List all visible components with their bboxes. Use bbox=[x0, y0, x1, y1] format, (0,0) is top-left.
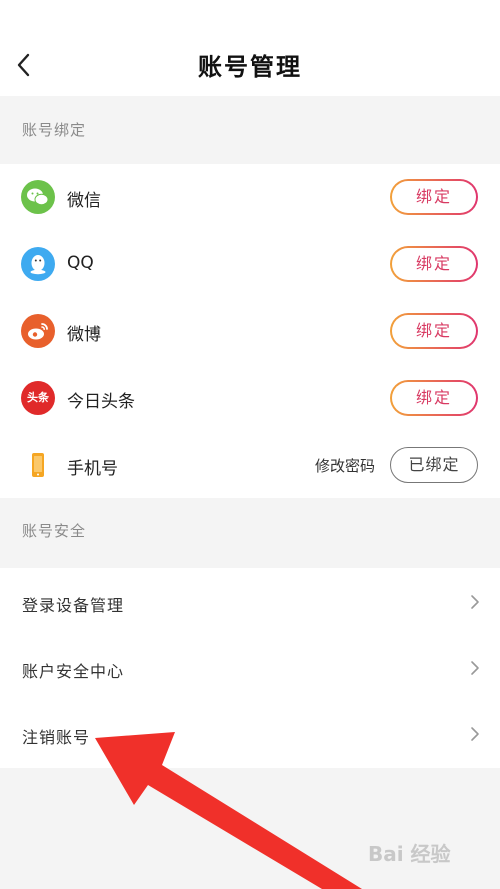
binding-label-weibo: 微博 bbox=[67, 325, 101, 345]
chevron-right-icon bbox=[471, 661, 479, 675]
phone-icon bbox=[21, 448, 55, 482]
binding-row-weibo: 微博 绑定 bbox=[0, 298, 500, 364]
binding-label-phone: 手机号 bbox=[67, 459, 118, 479]
nav-label-cancel-account: 注销账号 bbox=[22, 728, 91, 747]
binding-label-wechat: 微信 bbox=[67, 191, 101, 211]
page-title: 账号管理 bbox=[198, 53, 302, 81]
change-password-link[interactable]: 修改密码 bbox=[315, 455, 375, 476]
toutiao-icon: 头条 bbox=[21, 381, 55, 415]
section-title-binding: 账号绑定 bbox=[22, 121, 87, 139]
binding-label-qq: QQ bbox=[67, 253, 94, 273]
wechat-icon bbox=[21, 180, 55, 214]
binding-row-wechat: 微信 绑定 bbox=[0, 164, 500, 230]
nav-row-security-center[interactable]: 账户安全中心 bbox=[0, 636, 500, 700]
binding-row-qq: QQ 绑定 bbox=[0, 231, 500, 297]
weibo-icon bbox=[21, 314, 55, 348]
bound-phone-button[interactable]: 已绑定 bbox=[390, 447, 478, 483]
bind-qq-button[interactable]: 绑定 bbox=[390, 246, 478, 282]
bind-weibo-button[interactable]: 绑定 bbox=[390, 313, 478, 349]
watermark-logo: Bai 经验 bbox=[368, 842, 451, 866]
nav-label-security-center: 账户安全中心 bbox=[22, 662, 125, 681]
binding-row-phone: 手机号 修改密码 已绑定 bbox=[0, 432, 500, 498]
bind-wechat-button[interactable]: 绑定 bbox=[390, 179, 478, 215]
chevron-right-icon bbox=[471, 595, 479, 609]
binding-label-toutiao: 今日头条 bbox=[67, 392, 135, 412]
nav-row-device-management[interactable]: 登录设备管理 bbox=[0, 570, 500, 634]
section-title-security: 账号安全 bbox=[22, 522, 87, 540]
security-list: 登录设备管理 账户安全中心 注销账号 bbox=[0, 568, 500, 768]
bind-toutiao-button[interactable]: 绑定 bbox=[390, 380, 478, 416]
nav-label-device-management: 登录设备管理 bbox=[22, 596, 125, 615]
header-bar: 账号管理 bbox=[0, 0, 500, 96]
binding-list: 微信 绑定 QQ 绑定 微博 绑定 头条 今日头条 绑定 手机号 修改密码 已绑… bbox=[0, 164, 500, 498]
qq-icon bbox=[21, 247, 55, 281]
nav-row-cancel-account[interactable]: 注销账号 bbox=[0, 702, 500, 766]
binding-row-toutiao: 头条 今日头条 绑定 bbox=[0, 365, 500, 431]
chevron-right-icon bbox=[471, 727, 479, 741]
